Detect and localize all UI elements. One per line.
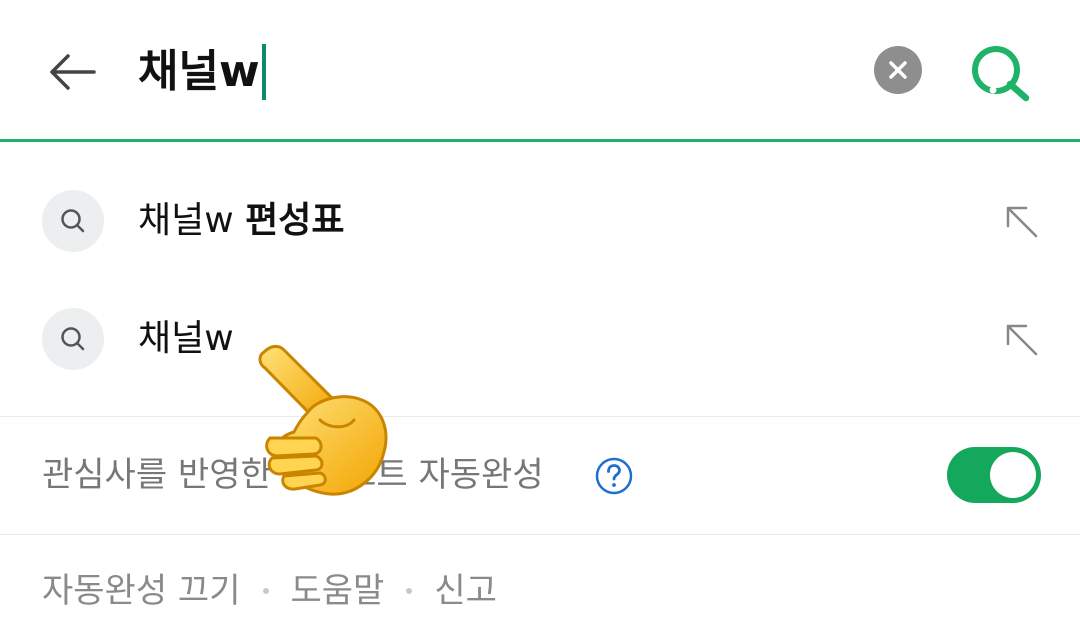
arrow-left-icon (50, 54, 96, 90)
section-divider (0, 416, 1080, 417)
suggestion-highlight: 편성표 (245, 200, 345, 241)
arrow-up-left-icon (1006, 206, 1038, 238)
text-caret (261, 44, 266, 100)
help-link[interactable]: 도움말 (291, 566, 385, 616)
close-icon (889, 61, 907, 79)
suggestion-prefix: 채널w (138, 318, 234, 359)
search-icon (61, 327, 85, 351)
report-link[interactable]: 신고 (434, 566, 497, 616)
suggestion-item[interactable]: 채널w (0, 288, 1080, 388)
separator-dot (406, 588, 413, 594)
fill-query-button[interactable] (1000, 318, 1042, 360)
search-query-text: 채널w (138, 46, 260, 97)
fill-query-button[interactable] (1000, 200, 1042, 242)
arrow-up-left-icon (1006, 324, 1038, 356)
question-circle-icon (595, 457, 633, 495)
footer-links: 자동완성 끄기 도움말 신고 (42, 566, 497, 616)
back-button[interactable] (44, 44, 100, 100)
search-icon (61, 209, 85, 233)
search-header: 채널w (0, 0, 1080, 140)
search-underline (0, 139, 1080, 142)
section-divider (0, 534, 1080, 535)
suggestion-prefix: 채널w (138, 200, 246, 241)
separator-dot (262, 588, 269, 594)
suggestion-search-icon (42, 190, 104, 252)
toggle-knob (990, 452, 1036, 498)
help-button[interactable] (594, 456, 634, 496)
search-submit-button[interactable] (966, 40, 1034, 104)
search-icon (972, 46, 1030, 102)
clear-button[interactable] (874, 46, 922, 94)
pointing-hand-overlay (250, 340, 395, 510)
suggestion-text: 채널w (138, 314, 234, 364)
suggestion-search-icon (42, 308, 104, 370)
turn-off-autocomplete-link[interactable]: 자동완성 끄기 (42, 566, 241, 616)
context-autocomplete-setting: 관심사를 반영한 컨텍스트 자동완성 (0, 418, 1080, 533)
suggestion-item[interactable]: 채널w 편성표 (0, 170, 1080, 270)
suggestion-text: 채널w 편성표 (138, 196, 345, 246)
autocomplete-toggle[interactable] (947, 447, 1041, 503)
search-input[interactable]: 채널w (138, 40, 266, 104)
pointing-hand-icon (258, 344, 388, 496)
